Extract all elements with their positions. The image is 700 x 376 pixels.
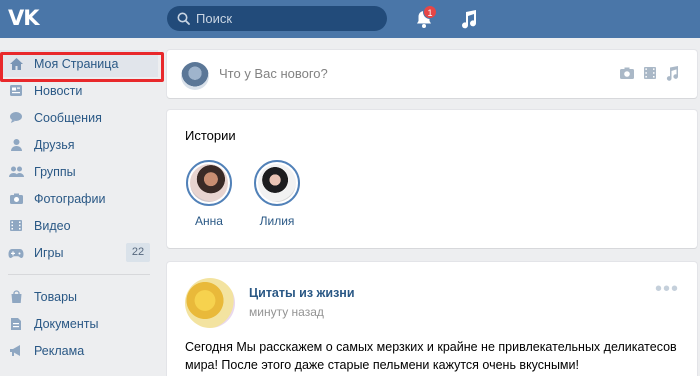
search-input[interactable] [196,11,376,26]
sidebar-item-video[interactable]: Видео [0,212,158,239]
notification-badge: 1 [423,5,437,19]
groups-icon [8,164,24,180]
sidebar-item-label: Моя Страница [34,56,119,71]
sidebar-item-label: Документы [34,316,99,331]
composer-attachments [619,66,679,81]
video-icon [8,218,24,234]
sidebar-item-goods[interactable]: Товары [0,283,158,310]
sidebar-item-label: Фотографии [34,191,106,206]
sidebar-item-my-page[interactable]: Моя Страница [0,50,158,77]
sidebar-item-label: Сообщения [34,110,102,125]
megaphone-icon [8,343,24,359]
gamepad-icon [8,245,24,261]
story-ring [186,160,232,206]
stories-block: Истории Анна Лилия [167,110,697,248]
post-text: Сегодня Мы расскажем о самых мерзких и к… [185,340,677,372]
story-name: Анна [195,214,223,228]
vk-logo[interactable]: VK [8,7,40,29]
sidebar-item-friends[interactable]: Друзья [0,131,158,158]
post-time[interactable]: минуту назад [249,305,324,319]
post-composer[interactable]: Что у Вас нового? [167,50,697,98]
post-author[interactable]: Цитаты из жизни [249,286,355,300]
camera-icon [8,191,24,207]
story-avatar [190,164,228,202]
sidebar-item-label: Новости [34,83,83,98]
video-icon[interactable] [643,66,657,80]
sidebar-item-label: Товары [34,289,77,304]
sidebar-item-news[interactable]: Новости [0,77,158,104]
story-name: Лилия [259,214,295,228]
more-options-icon[interactable]: ••• [655,279,679,299]
sidebar-item-messages[interactable]: Сообщения [0,104,158,131]
sidebar-divider [8,274,150,275]
sidebar-item-groups[interactable]: Группы [0,158,158,185]
avatar[interactable] [181,62,209,90]
sidebar-item-label: Игры [34,245,64,260]
photo-icon[interactable] [619,66,635,80]
games-count-badge: 22 [126,243,150,262]
document-icon [8,316,24,332]
news-icon [8,83,24,99]
sidebar: Моя Страница Новости Сообщения Друзья Гр… [0,50,158,364]
search-box[interactable] [167,6,387,31]
story-item[interactable]: Лилия [249,160,305,228]
sidebar-item-label: Реклама [34,343,85,358]
music-icon[interactable] [665,66,679,81]
feed-post: Цитаты из жизни минуту назад ••• Сегодня… [167,262,697,376]
search-icon [177,12,190,25]
stories-title: Истории [185,128,236,143]
top-bar: VK 1 [0,0,700,38]
sidebar-item-photos[interactable]: Фотографии [0,185,158,212]
home-icon [8,56,24,72]
sidebar-item-documents[interactable]: Документы [0,310,158,337]
composer-input[interactable]: Что у Вас нового? [219,66,328,81]
sidebar-item-label: Друзья [34,137,75,152]
sidebar-item-games[interactable]: Игры 22 [0,239,158,266]
music-icon[interactable] [458,8,478,30]
post-author-avatar[interactable] [185,278,235,328]
chat-icon [8,110,24,126]
friends-icon [8,137,24,153]
sidebar-item-label: Видео [34,218,71,233]
sidebar-item-ads[interactable]: Реклама [0,337,158,364]
story-item[interactable]: Анна [181,160,237,228]
story-ring [254,160,300,206]
story-avatar [258,164,296,202]
sidebar-item-label: Группы [34,164,76,179]
bag-icon [8,289,24,305]
